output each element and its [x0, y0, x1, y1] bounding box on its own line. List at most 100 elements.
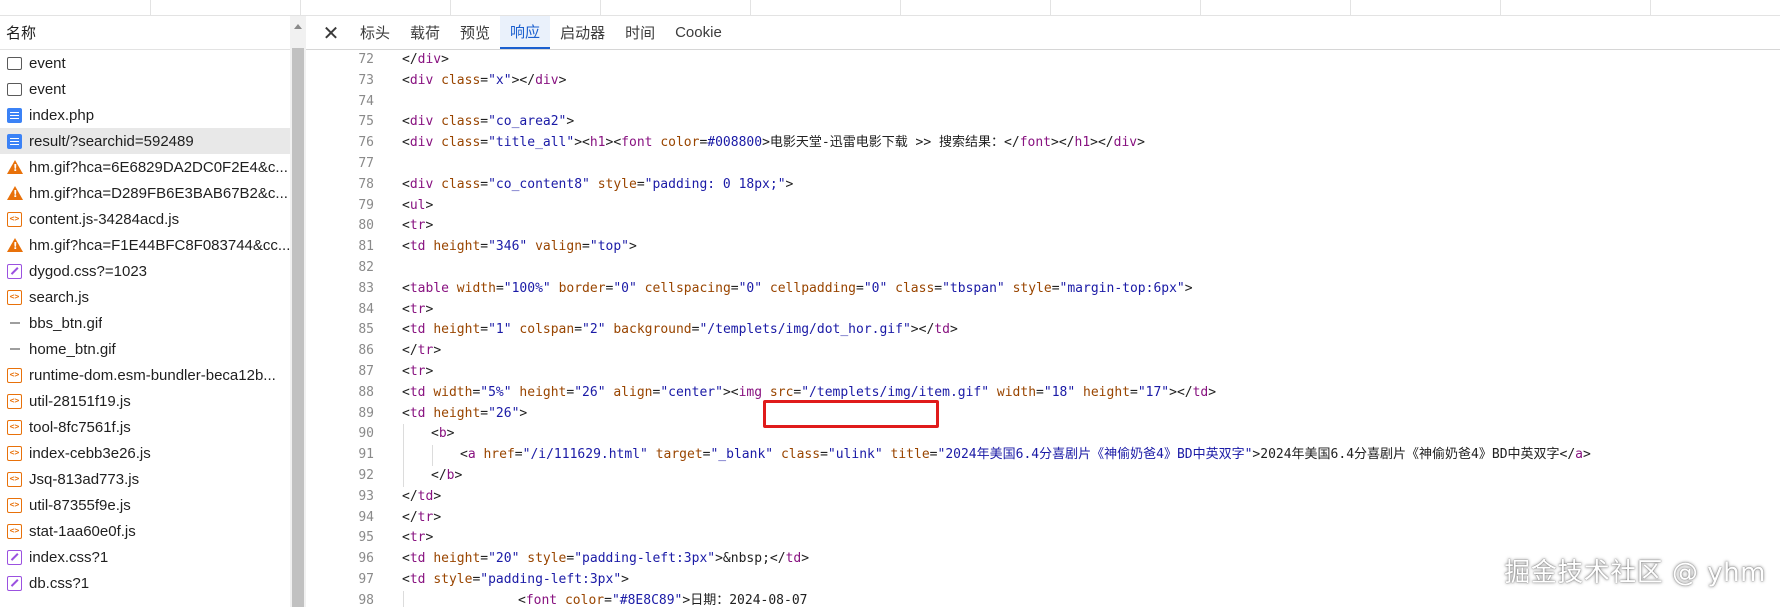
code-line: 83 <table width="100%" border="0" cellspa… [306, 279, 1780, 300]
request-row[interactable]: <> index-cebb3e26.js [0, 440, 304, 466]
indent-guide [403, 424, 404, 487]
name-column-header[interactable]: 名称 [0, 16, 305, 50]
code-text: <td height="20" style="padding-left:3px"… [402, 551, 810, 567]
code-line: 93 </td> [306, 487, 1780, 508]
request-row[interactable]: <> content.js-34284acd.js [0, 206, 304, 232]
request-row[interactable]: event [0, 76, 304, 102]
code-text: <td height="346" valign="top"> [402, 239, 637, 255]
script-icon: <> [7, 523, 22, 539]
line-number: 80 [358, 218, 374, 234]
request-list-scrollbar[interactable] [290, 16, 306, 607]
request-row[interactable]: hm.gif?hca=6E6829DA2DC0F2E4&c... [0, 154, 304, 180]
tab-0[interactable]: 标头 [350, 16, 400, 49]
request-row[interactable]: result/?searchid=592489 [0, 128, 304, 154]
request-row[interactable]: dygod.css?=1023 [0, 258, 304, 284]
request-row[interactable]: index.php [0, 102, 304, 128]
request-row[interactable]: hm.gif?hca=D289FB6E3BAB67B2&c... [0, 180, 304, 206]
code-text: <td width="5%" height="26" align="center… [402, 384, 1217, 400]
checkbox-icon [7, 82, 22, 96]
code-line: 84 <tr> [306, 300, 1780, 321]
code-line: 78 <div class="co_content8" style="paddin… [306, 175, 1780, 196]
scrollbar-thumb[interactable] [292, 48, 304, 607]
warning-icon [7, 237, 23, 253]
request-row[interactable]: event [0, 50, 304, 76]
code-text: <div class="co_area2"> [402, 114, 575, 130]
request-row[interactable]: <> runtime-dom.esm-bundler-beca12b... [0, 362, 304, 388]
line-number: 98 [358, 592, 374, 607]
request-row[interactable]: <> stat-1aa60e0f.js [0, 518, 304, 544]
tab-5[interactable]: 时间 [615, 16, 665, 49]
request-row[interactable]: <> util-28151f19.js [0, 388, 304, 414]
code-line: 94 </tr> [306, 508, 1780, 529]
ruler-tick [1050, 0, 1051, 16]
code-line: 86 </tr> [306, 341, 1780, 362]
code-text: <div class="co_content8" style="padding:… [402, 176, 794, 192]
script-icon: <> [7, 471, 22, 487]
code-text: <tr> [402, 363, 434, 379]
code-line: 89 <td height="26"> [306, 404, 1780, 425]
request-name: stat-1aa60e0f.js [29, 522, 136, 540]
indent-guide [432, 445, 433, 466]
request-row[interactable]: <> Jsq-813ad773.js [0, 466, 304, 492]
request-row[interactable]: <> tool-8fc7561f.js [0, 414, 304, 440]
tab-2[interactable]: 预览 [450, 16, 500, 49]
close-icon[interactable]: ✕ [318, 17, 344, 49]
request-row[interactable]: home_btn.gif [0, 336, 304, 362]
indent-guide [403, 590, 404, 607]
request-row[interactable]: hm.gif?hca=F1E44BFC8F083744&cc... [0, 232, 304, 258]
ruler-tick [150, 0, 151, 16]
tab-6[interactable]: Cookie [665, 16, 732, 49]
line-number: 93 [358, 488, 374, 504]
script-icon: <> [7, 367, 22, 383]
code-text: <font color="#8E8C89">日期：2024-08-07 [518, 592, 808, 607]
request-row[interactable]: db.css?1 [0, 570, 304, 596]
stylesheet-icon [7, 575, 22, 591]
request-name: runtime-dom.esm-bundler-beca12b... [29, 366, 276, 384]
code-text: <td style="padding-left:3px"> [402, 571, 629, 587]
request-name: bbs_btn.gif [29, 314, 103, 332]
code-line: 80 <tr> [306, 216, 1780, 237]
request-row[interactable]: <> util-87355f9e.js [0, 492, 304, 518]
line-number: 74 [358, 93, 374, 109]
scroll-up-arrow-icon[interactable] [294, 24, 302, 29]
line-number: 75 [358, 114, 374, 130]
line-number: 73 [358, 72, 374, 88]
request-name: hm.gif?hca=F1E44BFC8F083744&cc... [29, 236, 291, 254]
watermark: 掘金技术社区 @ yhm [1504, 558, 1766, 588]
tab-4[interactable]: 启动器 [550, 16, 615, 49]
response-code-viewer[interactable]: 72 </div> 73 <div class="x"></div> 74 75 <div … [306, 50, 1780, 607]
request-row[interactable]: bbs_btn.gif [0, 310, 304, 336]
line-number: 88 [358, 384, 374, 400]
code-line: 76 <div class="title_all"><h1><font color… [306, 133, 1780, 154]
line-number: 81 [358, 239, 374, 255]
stylesheet-icon [7, 263, 22, 279]
line-number: 77 [358, 155, 374, 171]
line-number: 92 [358, 467, 374, 483]
request-row[interactable]: index.css?1 [0, 544, 304, 570]
ruler-tick [1350, 0, 1351, 16]
code-line: 95 <tr> [306, 528, 1780, 549]
ruler-tick [300, 0, 301, 16]
line-number: 97 [358, 571, 374, 587]
code-text: <table width="100%" border="0" cellspaci… [402, 280, 1193, 296]
code-text: <tr> [402, 218, 434, 234]
ruler-tick [1650, 0, 1651, 16]
code-text: <div class="title_all"><h1><font color=#… [402, 135, 1145, 151]
script-icon: <> [7, 497, 22, 513]
tab-3[interactable]: 响应 [500, 16, 551, 49]
code-text: <td height="26"> [402, 405, 528, 421]
ruler-tick [1200, 0, 1201, 16]
tab-1[interactable]: 载荷 [400, 16, 450, 49]
request-name: event [29, 80, 66, 98]
code-text: </td> [402, 488, 442, 504]
line-number: 89 [358, 405, 374, 421]
code-line: 79 <ul> [306, 196, 1780, 217]
code-line: 73 <div class="x"></div> [306, 71, 1780, 92]
line-number: 86 [358, 343, 374, 359]
ruler-tick [600, 0, 601, 16]
stylesheet-icon [7, 549, 22, 565]
line-number: 72 [358, 52, 374, 67]
code-line: 92 </b> [306, 466, 1780, 487]
request-row[interactable]: <> search.js [0, 284, 304, 310]
code-line: 91 <a href="/i/111629.html" target="_blan… [306, 445, 1780, 466]
